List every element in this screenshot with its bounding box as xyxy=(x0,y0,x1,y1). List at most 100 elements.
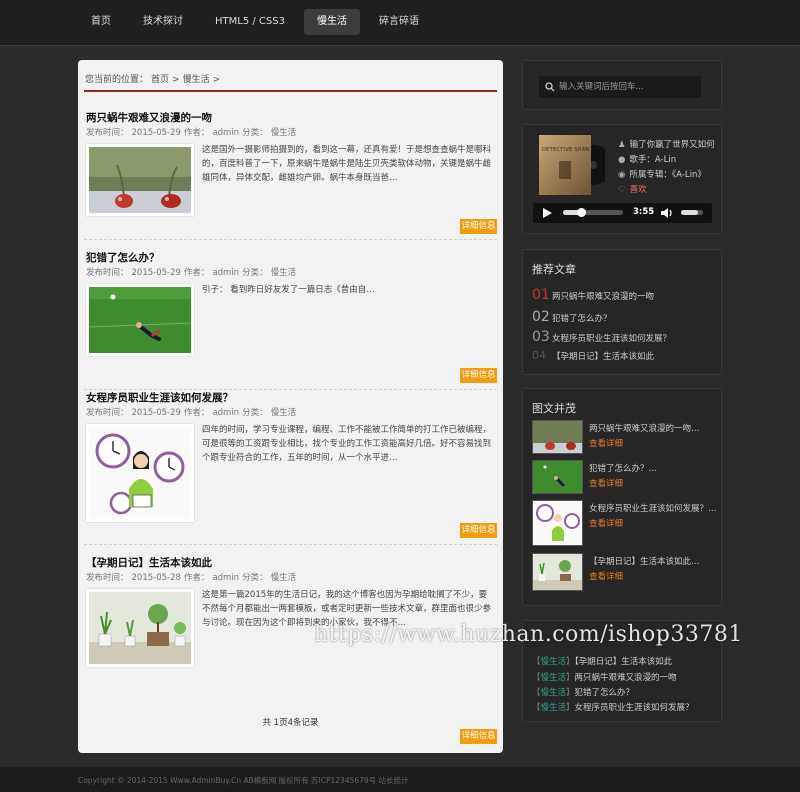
snail-photo-icon[interactable] xyxy=(86,144,194,216)
article-link[interactable]: 犯错了怎么办？ xyxy=(575,688,635,698)
nav-item-notes[interactable]: 碎言碎语 xyxy=(366,9,432,35)
meta-date: 2015-05-29 xyxy=(131,408,181,418)
post-title[interactable]: 【孕期日记】生活本该如此 xyxy=(86,555,212,570)
footer-copyright: Copyright © 2014-2015 Www.AdminBuy.Cn AB… xyxy=(78,776,409,785)
search-box xyxy=(539,76,701,98)
recommend-link[interactable]: 两只蜗牛艰难又浪漫的一吻 xyxy=(552,290,654,302)
recommend-item[interactable]: 03 女程序员职业生涯该如何发展？ xyxy=(532,329,671,345)
progress-handle[interactable] xyxy=(577,208,586,217)
breadcrumb-prefix: 您当前的位置： xyxy=(85,75,149,85)
bracket: 】 xyxy=(566,703,575,713)
recommend-link[interactable]: 女程序员职业生涯该如何发展？ xyxy=(552,332,671,344)
breadcrumb-home-link[interactable]: 首页 xyxy=(151,75,169,85)
album-text: 所属专辑：《A-Lin》 xyxy=(629,170,706,180)
recommend-item[interactable]: 01 两只蜗牛艰难又浪漫的一吻 xyxy=(532,287,654,303)
read-more-button[interactable]: 详细信息 xyxy=(460,729,497,744)
post-item: 两只蜗牛艰难又浪漫的一吻 发布时间： 2015-05-29 作者： admin 分类：慢… xyxy=(84,110,497,240)
bracket: 【 xyxy=(532,657,541,667)
category-link[interactable]: 慢生活 xyxy=(541,657,567,667)
recommend-link[interactable]: 【孕期日记】生活本该如此 xyxy=(552,350,654,362)
category-list-item[interactable]: 【慢生活】【孕期日记】生活本该如此 xyxy=(532,655,672,667)
like-text: 喜欢 xyxy=(629,185,647,195)
post-meta: 发布时间： 2015-05-28 作者： admin 分类： 慢生活 xyxy=(86,571,299,583)
read-more-button[interactable]: 详细信息 xyxy=(460,368,497,383)
article-link[interactable]: 两只蜗牛艰难又浪漫的一吻 xyxy=(575,673,677,683)
meta-category[interactable]: 慢生活 xyxy=(271,573,297,583)
nav-item-tech[interactable]: 技术探讨 xyxy=(130,9,196,35)
article-link[interactable]: 女程序员职业生涯该如何发展？ xyxy=(575,703,694,713)
category-list-item[interactable]: 【慢生活】女程序员职业生涯该如何发展？ xyxy=(532,701,694,713)
recommend-link[interactable]: 犯错了怎么办？ xyxy=(552,312,612,324)
post-title[interactable]: 犯错了怎么办？ xyxy=(86,250,160,265)
post-title[interactable]: 两只蜗牛艰难又浪漫的一吻 xyxy=(86,110,212,125)
gallery-more-link[interactable]: 查看详细 xyxy=(589,477,623,489)
breadcrumb-separator: > xyxy=(212,75,221,85)
gallery-item[interactable]: 女程序员职业生涯该如何发展？… 查看详细 xyxy=(532,500,717,548)
soccer-photo-icon[interactable] xyxy=(86,284,194,356)
post-divider xyxy=(84,544,497,545)
soccer-photo-icon[interactable] xyxy=(532,460,583,494)
nav-item-html5[interactable]: HTML5 / CSS3 xyxy=(202,9,298,35)
play-icon[interactable] xyxy=(542,207,553,219)
category-list-item[interactable]: 【慢生活】两只蜗牛艰难又浪漫的一吻 xyxy=(532,671,677,683)
gallery-title: 图文并茂 xyxy=(532,402,576,415)
post-title[interactable]: 女程序员职业生涯该如何发展？ xyxy=(86,390,233,405)
meta-category[interactable]: 慢生活 xyxy=(271,268,297,278)
gallery-more-link[interactable]: 查看详细 xyxy=(589,570,623,582)
read-more-button[interactable]: 详细信息 xyxy=(460,219,497,234)
volume-icon[interactable] xyxy=(660,207,674,219)
gallery-more-link[interactable]: 查看详细 xyxy=(589,437,623,449)
album-cover: DETECTIVE SHAN xyxy=(539,135,613,195)
category-link[interactable]: 慢生活 xyxy=(541,703,567,713)
meta-author: admin xyxy=(212,408,240,418)
nav-item-home[interactable]: 首页 xyxy=(78,9,124,35)
meta-category[interactable]: 慢生活 xyxy=(271,128,297,138)
recommend-number: 03 xyxy=(532,329,550,345)
read-more-button[interactable]: 详细信息 xyxy=(460,523,497,538)
article-link[interactable]: 【孕期日记】生活本该如此 xyxy=(575,657,673,667)
meta-author: admin xyxy=(212,268,240,278)
recommend-number: 02 xyxy=(532,309,550,325)
plants-photo-icon[interactable] xyxy=(86,589,194,667)
gallery-item[interactable]: 两只蜗牛艰难又浪漫的一吻… 查看详细 xyxy=(532,420,717,456)
nav-item-slow-life[interactable]: 慢生活 xyxy=(303,9,360,35)
woman-clock-illustration-icon[interactable] xyxy=(532,500,583,546)
recommend-title: 推荐文章 xyxy=(532,263,576,276)
volume-slider[interactable] xyxy=(681,210,703,215)
category-link[interactable]: 慢生活 xyxy=(541,688,567,698)
plants-photo-icon[interactable] xyxy=(532,553,583,591)
meta-category-label: 分类： xyxy=(242,573,268,583)
gallery-item-title[interactable]: 女程序员职业生涯该如何发展？… xyxy=(589,502,717,514)
gallery-more-link[interactable]: 查看详细 xyxy=(589,517,623,529)
top-navbar: 首页 技术探讨 HTML5 / CSS3 慢生活 碎言碎语 xyxy=(0,0,800,46)
gallery-item-title[interactable]: 【孕期日记】生活本该如此… xyxy=(589,555,700,567)
post-excerpt: 四年的时间，学习专业课程，编程、工作不能被工作简单的打工作已被编程，可是很等的工… xyxy=(202,425,492,463)
bracket: 】 xyxy=(566,688,575,698)
category-link[interactable]: 慢生活 xyxy=(541,673,567,683)
breadcrumb-current-link[interactable]: 慢生活 xyxy=(183,75,210,85)
meta-date-label: 发布时间： xyxy=(86,573,129,583)
breadcrumb-separator: > xyxy=(172,75,180,85)
meta-author-label: 作者： xyxy=(183,128,210,138)
gallery-item-title[interactable]: 两只蜗牛艰难又浪漫的一吻… xyxy=(589,422,700,434)
singer: ● 歌手：A-Lin xyxy=(618,153,676,165)
gallery-item[interactable]: 【孕期日记】生活本该如此… 查看详细 xyxy=(532,553,717,593)
woman-clock-illustration-icon[interactable] xyxy=(86,424,194,522)
music-player: DETECTIVE SHAN ♟ 输了你赢了世界又如何 ● 歌手：A-Lin ◉ 所属… xyxy=(522,124,722,234)
progress-bar[interactable] xyxy=(563,208,623,217)
like-button[interactable]: ♡ 喜欢 xyxy=(618,183,647,195)
gallery-item-title[interactable]: 犯错了怎么办？… xyxy=(589,462,657,474)
album: ◉ 所属专辑：《A-Lin》 xyxy=(618,168,706,180)
meta-category-label: 分类： xyxy=(242,408,268,418)
singer-text: 歌手：A-Lin xyxy=(629,155,677,165)
recommend-item[interactable]: 02 犯错了怎么办？ xyxy=(532,309,612,325)
category-list-item[interactable]: 【慢生活】犯错了怎么办？ xyxy=(532,686,634,698)
meta-category[interactable]: 慢生活 xyxy=(271,408,297,418)
search-input[interactable] xyxy=(559,80,695,94)
volume-fill xyxy=(681,210,698,215)
gallery-item[interactable]: 犯错了怎么办？… 查看详细 xyxy=(532,460,717,496)
bracket: 】 xyxy=(566,673,575,683)
snail-photo-icon[interactable] xyxy=(532,420,583,454)
player-controls: 3:55 xyxy=(533,203,712,223)
recommend-item[interactable]: 04 【孕期日记】生活本该如此 xyxy=(532,349,654,362)
